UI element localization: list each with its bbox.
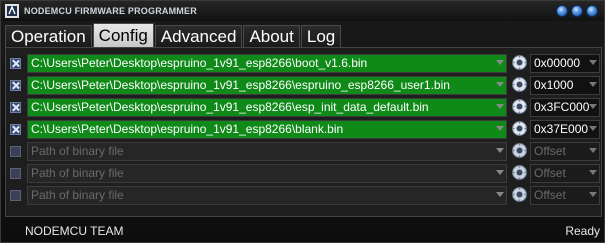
gear-icon[interactable]	[511, 98, 528, 115]
tab-config[interactable]: Config	[92, 23, 154, 47]
offset-text: 0x00000	[534, 56, 581, 70]
row-enable-checkbox[interactable]	[10, 80, 21, 91]
chevron-down-icon[interactable]	[589, 60, 597, 65]
binary-path-placeholder: Path of binary file	[31, 188, 124, 202]
row-enable-checkbox[interactable]	[10, 168, 21, 179]
chevron-down-icon[interactable]	[589, 148, 597, 153]
binary-path-field[interactable]: Path of binary file	[27, 142, 507, 161]
tab-operation[interactable]: Operation	[5, 25, 92, 47]
gear-icon[interactable]	[511, 76, 528, 93]
binary-path-text: C:\Users\Peter\Desktop\espruino_1v91_esp…	[31, 56, 368, 70]
chevron-down-icon[interactable]	[589, 170, 597, 175]
binary-path-field[interactable]: C:\Users\Peter\Desktop\espruino_1v91_esp…	[27, 54, 507, 73]
app-window: NODEMCU FIRMWARE PROGRAMMER Operation Co…	[0, 0, 605, 243]
gear-icon[interactable]	[511, 142, 528, 159]
offset-field[interactable]: Offset	[530, 142, 600, 161]
gear-icon[interactable]	[511, 54, 528, 71]
app-icon	[5, 4, 19, 18]
status-left-text: NODEMCU TEAM	[25, 223, 124, 238]
binary-row: Path of binary file Offset	[8, 163, 601, 184]
row-enable-checkbox[interactable]	[10, 124, 21, 135]
binary-path-text: C:\Users\Peter\Desktop\espruino_1v91_esp…	[31, 122, 344, 136]
row-enable-checkbox[interactable]	[10, 146, 21, 157]
chevron-down-icon[interactable]	[496, 104, 504, 109]
offset-field[interactable]: 0x00000	[530, 54, 600, 73]
binary-row: Path of binary file Offset	[8, 141, 601, 162]
offset-field[interactable]: 0x37E000	[530, 120, 600, 139]
chevron-down-icon[interactable]	[496, 126, 504, 131]
chevron-down-icon[interactable]	[589, 82, 597, 87]
offset-field[interactable]: 0x3FC000	[530, 98, 600, 117]
binary-path-placeholder: Path of binary file	[31, 166, 124, 180]
status-bar: NODEMCU TEAM Ready	[1, 219, 604, 242]
binary-path-field[interactable]: C:\Users\Peter\Desktop\espruino_1v91_esp…	[27, 98, 507, 117]
tab-advanced[interactable]: Advanced	[154, 25, 243, 47]
binary-path-placeholder: Path of binary file	[31, 144, 124, 158]
binary-path-field[interactable]: Path of binary file	[27, 186, 507, 205]
offset-field[interactable]: Offset	[530, 164, 600, 183]
chevron-down-icon[interactable]	[496, 170, 504, 175]
binary-row: C:\Users\Peter\Desktop\espruino_1v91_esp…	[8, 75, 601, 96]
gear-icon[interactable]	[511, 120, 528, 137]
tab-log[interactable]: Log	[300, 25, 342, 47]
maximize-button[interactable]	[571, 5, 583, 17]
binary-row: Path of binary file Offset	[8, 185, 601, 206]
offset-field[interactable]: 0x1000	[530, 76, 600, 95]
offset-text: 0x3FC000	[534, 100, 590, 114]
row-enable-checkbox[interactable]	[10, 58, 21, 69]
chevron-down-icon[interactable]	[496, 60, 504, 65]
tab-bar: Operation Config Advanced About Log	[5, 23, 342, 47]
minimize-button[interactable]	[556, 5, 568, 17]
offset-placeholder: Offset	[534, 166, 566, 180]
status-right-text: Ready	[565, 223, 600, 238]
gear-icon[interactable]	[511, 186, 528, 203]
config-panel: C:\Users\Peter\Desktop\espruino_1v91_esp…	[5, 47, 602, 217]
binary-path-field[interactable]: Path of binary file	[27, 164, 507, 183]
offset-field[interactable]: Offset	[530, 186, 600, 205]
chevron-down-icon[interactable]	[589, 104, 597, 109]
binary-path-field[interactable]: C:\Users\Peter\Desktop\espruino_1v91_esp…	[27, 76, 507, 95]
chevron-down-icon[interactable]	[496, 148, 504, 153]
offset-text: 0x1000	[534, 78, 574, 92]
binary-row: C:\Users\Peter\Desktop\espruino_1v91_esp…	[8, 53, 601, 74]
window-title: NODEMCU FIRMWARE PROGRAMMER	[24, 6, 197, 16]
gear-icon[interactable]	[511, 164, 528, 181]
chevron-down-icon[interactable]	[589, 126, 597, 131]
title-bar[interactable]: NODEMCU FIRMWARE PROGRAMMER	[1, 1, 604, 21]
row-enable-checkbox[interactable]	[10, 190, 21, 201]
offset-text: 0x37E000	[534, 122, 589, 136]
close-button[interactable]	[586, 5, 598, 17]
chevron-down-icon[interactable]	[496, 82, 504, 87]
binary-row: C:\Users\Peter\Desktop\espruino_1v91_esp…	[8, 97, 601, 118]
binary-path-field[interactable]: C:\Users\Peter\Desktop\espruino_1v91_esp…	[27, 120, 507, 139]
chevron-down-icon[interactable]	[496, 192, 504, 197]
offset-placeholder: Offset	[534, 188, 566, 202]
tab-about[interactable]: About	[243, 25, 300, 47]
binary-row: C:\Users\Peter\Desktop\espruino_1v91_esp…	[8, 119, 601, 140]
offset-placeholder: Offset	[534, 144, 566, 158]
binary-path-text: C:\Users\Peter\Desktop\espruino_1v91_esp…	[31, 78, 450, 92]
binary-path-text: C:\Users\Peter\Desktop\espruino_1v91_esp…	[31, 100, 429, 114]
chevron-down-icon[interactable]	[589, 192, 597, 197]
row-enable-checkbox[interactable]	[10, 102, 21, 113]
